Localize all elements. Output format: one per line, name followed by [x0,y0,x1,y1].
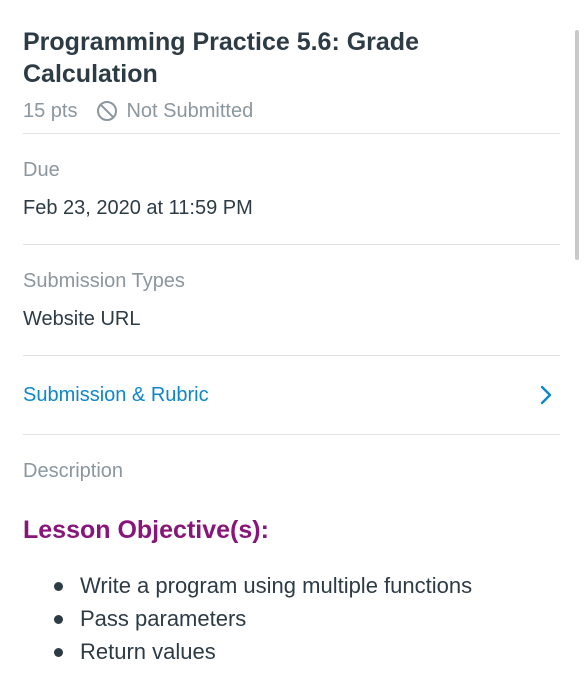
not-submitted-icon [97,101,118,121]
points-label: 15 pts [23,99,78,122]
assignment-meta: 15 pts Not Submitted [23,96,560,126]
submission-types-section: Submission Types Website URL [23,245,560,331]
chevron-right-icon [540,385,552,405]
lesson-objectives-heading: Lesson Objective(s): [23,516,269,544]
submission-types-label: Submission Types [23,270,185,292]
due-label: Due [23,159,60,181]
objectives-list: Write a program using multiple functions… [23,569,560,668]
submission-rubric-link[interactable]: Submission & Rubric [23,356,560,434]
bullet-icon [54,615,63,624]
list-item: Write a program using multiple functions [23,569,560,602]
scrollbar[interactable] [575,30,579,260]
assignment-title: Programming Practice 5.6: Grade Calculat… [23,28,419,88]
description-section: Description Lesson Objective(s): Write a… [23,459,560,668]
bullet-icon [54,582,63,591]
description-label: Description [23,460,124,482]
due-section: Due Feb 23, 2020 at 11:59 PM [23,134,560,220]
assignment-details: Programming Practice 5.6: Grade Calculat… [23,0,560,668]
divider [23,434,560,435]
due-date: Feb 23, 2020 at 11:59 PM [23,197,253,219]
list-item: Return values [23,635,560,668]
submission-types-value: Website URL [23,308,141,330]
list-item: Pass parameters [23,602,560,635]
submission-rubric-label: Submission & Rubric [23,383,209,406]
submission-status: Not Submitted [126,99,254,122]
bullet-icon [54,648,63,657]
